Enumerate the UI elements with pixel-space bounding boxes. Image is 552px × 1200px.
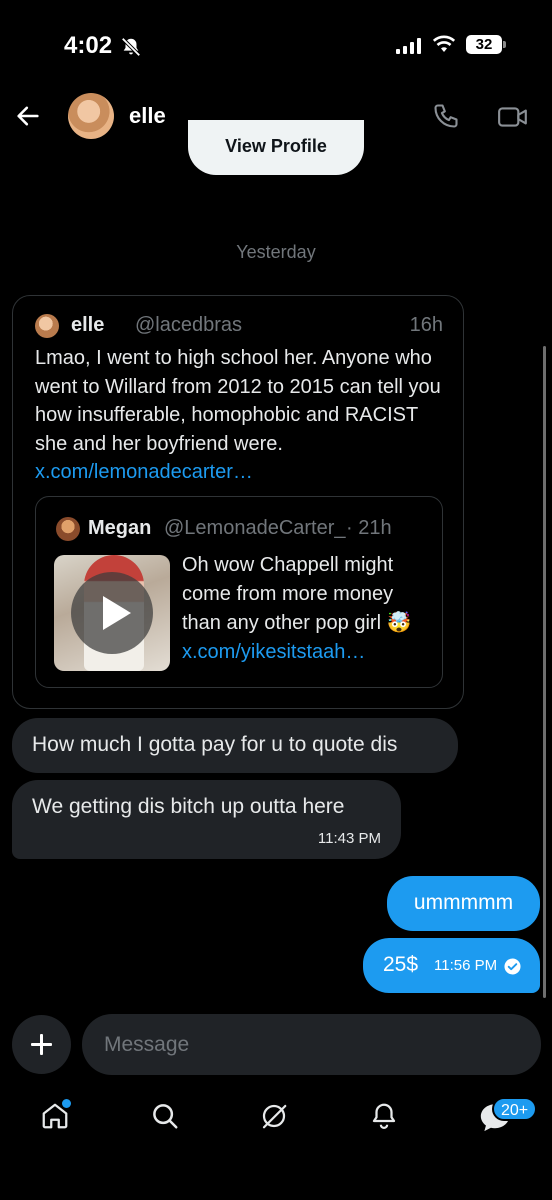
date-separator: Yesterday bbox=[236, 242, 316, 262]
messages-badge: 20+ bbox=[492, 1097, 538, 1121]
scrollbar[interactable] bbox=[543, 346, 546, 998]
phone-call-icon[interactable] bbox=[432, 102, 460, 135]
contact-avatar[interactable] bbox=[68, 93, 114, 139]
post-link[interactable]: x.com/lemonadecarter… bbox=[35, 461, 253, 483]
post-author-avatar bbox=[35, 314, 59, 338]
quoted-post-text: Oh wow Chappell might come from more mon… bbox=[182, 551, 434, 667]
battery-tip bbox=[503, 41, 506, 48]
message-text: We getting dis bitch up outta here bbox=[32, 795, 345, 818]
view-profile-button[interactable]: View Profile bbox=[188, 120, 364, 175]
add-attachment-button[interactable] bbox=[12, 1015, 71, 1074]
quoted-post-body: Oh wow Chappell might come from more mon… bbox=[182, 554, 394, 634]
video-thumbnail[interactable] bbox=[54, 555, 170, 671]
battery-icon: 32 bbox=[466, 35, 502, 54]
wifi-icon bbox=[432, 34, 456, 59]
incoming-message[interactable]: We getting dis bitch up outta here 11:43… bbox=[12, 780, 401, 859]
status-bar: 4:02 32 bbox=[0, 0, 552, 90]
notifications-bell-icon[interactable] bbox=[369, 1101, 399, 1136]
exploding-head-emoji: 🤯 bbox=[386, 612, 412, 634]
message-text: ummmmm bbox=[413, 891, 514, 914]
quoted-author-handle: @LemonadeCarter_ bbox=[164, 517, 346, 539]
quoted-author-avatar bbox=[56, 517, 80, 541]
post-author-name: elle bbox=[71, 314, 105, 336]
message-text: How much I gotta pay for u to quote dis bbox=[32, 733, 398, 756]
post-header: elle @lacedbras 16h bbox=[35, 314, 443, 340]
shared-post-card[interactable]: elle @lacedbras 16h Lmao, I went to high… bbox=[12, 295, 464, 709]
grok-icon[interactable] bbox=[259, 1101, 289, 1136]
post-time: 16h bbox=[409, 314, 443, 336]
quoted-post-time: · 21h bbox=[346, 517, 392, 539]
read-check-icon bbox=[504, 957, 521, 981]
home-notification-dot bbox=[62, 1099, 71, 1108]
post-text: Lmao, I went to high school her. Anyone … bbox=[35, 344, 455, 487]
post-text-body: Lmao, I went to high school her. Anyone … bbox=[35, 347, 441, 455]
cellular-signal-icon bbox=[396, 38, 421, 54]
quoted-post-header: Megan @LemonadeCarter_ · 21h bbox=[56, 517, 436, 541]
incoming-message[interactable]: How much I gotta pay for u to quote dis bbox=[12, 718, 458, 773]
status-time: 4:02 bbox=[64, 32, 113, 59]
quoted-author-name: Megan bbox=[88, 517, 152, 539]
message-text: 25$ bbox=[383, 953, 419, 976]
outgoing-message[interactable]: 25$ 11:56 PM bbox=[363, 938, 540, 993]
bottom-nav bbox=[0, 1095, 552, 1145]
post-author-handle: @lacedbras bbox=[135, 314, 243, 336]
outgoing-message[interactable]: ummmmm bbox=[387, 876, 540, 931]
message-input[interactable] bbox=[82, 1014, 541, 1075]
contact-name[interactable]: elle bbox=[129, 103, 166, 129]
back-arrow-icon[interactable] bbox=[14, 102, 42, 135]
message-timestamp: 11:43 PM bbox=[317, 830, 381, 847]
video-call-icon[interactable] bbox=[497, 104, 529, 135]
search-icon[interactable] bbox=[150, 1101, 180, 1136]
bell-off-icon bbox=[120, 36, 142, 63]
message-timestamp: 11:56 PM bbox=[434, 957, 498, 974]
quoted-post[interactable]: Megan @LemonadeCarter_ · 21h Oh wow Chap… bbox=[35, 496, 443, 688]
quoted-post-link[interactable]: x.com/yikesitstaah… bbox=[182, 641, 365, 663]
play-icon[interactable] bbox=[71, 572, 153, 654]
